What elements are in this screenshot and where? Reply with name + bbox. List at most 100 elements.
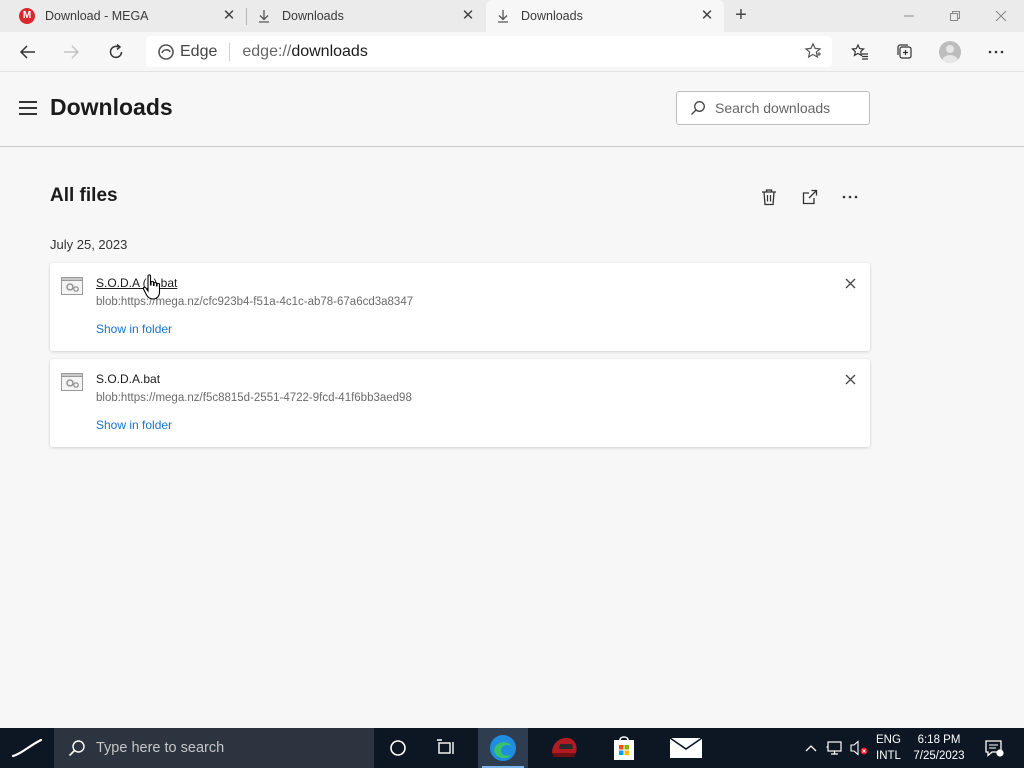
back-button[interactable] [14, 38, 42, 66]
input-language-indicator[interactable]: ENG INTL [876, 732, 901, 764]
mega-logo-icon: M [19, 8, 35, 24]
chevron-up-icon [805, 745, 817, 752]
trash-icon [762, 189, 776, 206]
taskbar-game-app[interactable] [539, 728, 589, 768]
close-tab-icon[interactable]: ✕ [222, 8, 236, 23]
remove-download-button[interactable] [842, 371, 858, 387]
minimize-button[interactable] [886, 0, 932, 32]
downloads-header: Downloads [0, 72, 1024, 147]
keyboard-layout: INTL [876, 750, 901, 762]
taskbar-edge-app[interactable] [478, 728, 528, 768]
restore-button[interactable] [932, 0, 978, 32]
clock-date: 7/25/2023 [913, 750, 965, 762]
show-in-folder-link[interactable]: Show in folder [96, 322, 172, 336]
language-code: ENG [876, 734, 901, 746]
batch-file-icon [61, 373, 83, 391]
favorite-star-icon[interactable] [804, 42, 822, 60]
hand-pointer-cursor-icon [142, 274, 161, 300]
search-icon [68, 740, 85, 757]
show-in-folder-link[interactable]: Show in folder [96, 418, 172, 432]
taskbar-search-box[interactable]: Type here to search [54, 728, 374, 768]
minimize-icon [904, 15, 914, 17]
network-icon [826, 741, 842, 755]
tab-title: Downloads [282, 9, 344, 23]
microsoft-store-icon [614, 736, 634, 760]
batch-file-icon [61, 277, 83, 295]
clock-time: 6:18 PM [917, 734, 961, 746]
task-view-button[interactable] [421, 728, 471, 768]
edge-browser-icon [490, 735, 516, 761]
date-group-label: July 25, 2023 [50, 237, 128, 252]
start-button[interactable] [0, 728, 54, 768]
site-identity-label: Edge [180, 42, 218, 60]
search-input[interactable] [715, 100, 865, 116]
more-options-icon [842, 195, 858, 199]
file-name-link[interactable]: S.O.D.A.bat [96, 372, 160, 386]
browser-title-bar: M Download - MEGA ✕ Downloads ✕ Download… [0, 0, 1024, 32]
racing-helmet-icon [552, 737, 577, 757]
collections-button[interactable] [891, 38, 919, 66]
tab-title: Downloads [521, 9, 583, 23]
edge-logo-icon [158, 43, 174, 60]
taskbar-store-app[interactable] [599, 728, 649, 768]
profile-button[interactable] [936, 38, 964, 66]
refresh-button[interactable] [102, 38, 130, 66]
restore-icon [950, 11, 960, 21]
cortana-button[interactable] [373, 728, 423, 768]
action-center-button[interactable] [980, 728, 1008, 768]
address-separator [229, 42, 231, 61]
volume-status[interactable] [848, 728, 870, 768]
volume-muted-icon [850, 740, 868, 756]
close-icon [845, 278, 855, 288]
arrow-left-icon [19, 45, 35, 59]
download-icon [259, 10, 269, 23]
favorites-button[interactable] [846, 38, 874, 66]
url-path: downloads [291, 42, 368, 60]
open-external-icon [802, 189, 818, 205]
tab-downloads-active[interactable]: Downloads ✕ [486, 0, 724, 32]
close-tab-icon[interactable]: ✕ [461, 8, 475, 23]
arrow-right-icon [64, 45, 80, 59]
search-downloads-box[interactable] [676, 91, 870, 125]
network-status[interactable] [824, 728, 846, 768]
download-icon [498, 10, 508, 23]
refresh-icon [109, 43, 123, 59]
url-scheme: edge:// [242, 42, 292, 60]
favorites-icon [851, 43, 868, 60]
tab-downloads[interactable]: Downloads ✕ [247, 0, 485, 32]
remove-download-button[interactable] [842, 275, 858, 291]
browser-toolbar: Edge edge://downloads [0, 32, 1024, 72]
delete-all-button[interactable] [757, 185, 781, 209]
taskbar-search-placeholder: Type here to search [96, 740, 225, 756]
download-item[interactable]: S.O.D.A (1).bat blob:https://mega.nz/cfc… [50, 263, 870, 351]
close-window-button[interactable] [978, 0, 1024, 32]
task-view-icon [437, 739, 454, 754]
avatar [939, 41, 961, 63]
cortana-circle-icon [390, 740, 406, 756]
settings-more-button[interactable] [982, 38, 1010, 66]
close-icon [995, 10, 1007, 22]
taskbar-clock[interactable]: 6:18 PM 7/25/2023 [904, 732, 974, 764]
forward-button[interactable] [57, 38, 85, 66]
more-actions-button[interactable] [838, 185, 862, 209]
address-bar[interactable]: Edge edge://downloads [146, 36, 832, 67]
taskbar-mail-app[interactable] [661, 728, 711, 768]
more-options-icon [988, 50, 1004, 54]
show-hidden-icons-button[interactable] [801, 728, 821, 768]
download-item[interactable]: S.O.D.A.bat blob:https://mega.nz/f5c8815… [50, 359, 870, 447]
page-title: Downloads [50, 94, 173, 120]
tab-mega-download[interactable]: M Download - MEGA ✕ [0, 0, 246, 32]
tab-title: Download - MEGA [45, 9, 149, 23]
windows-taskbar: Type here to search ENG INTL 6:18 PM 7/2… [0, 728, 1024, 768]
open-downloads-folder-button[interactable] [798, 185, 822, 209]
search-icon [691, 101, 705, 115]
collections-icon [897, 44, 912, 59]
file-name-link[interactable]: S.O.D.A (1).bat [96, 276, 177, 290]
menu-hamburger-icon[interactable] [19, 101, 37, 115]
new-tab-button[interactable]: + [730, 5, 752, 26]
section-title: All files [50, 185, 118, 206]
close-tab-icon[interactable]: ✕ [700, 8, 714, 23]
mail-envelope-icon [669, 737, 703, 758]
file-source-url: blob:https://mega.nz/f5c8815d-2551-4722-… [96, 392, 412, 404]
notification-icon [985, 740, 1004, 757]
